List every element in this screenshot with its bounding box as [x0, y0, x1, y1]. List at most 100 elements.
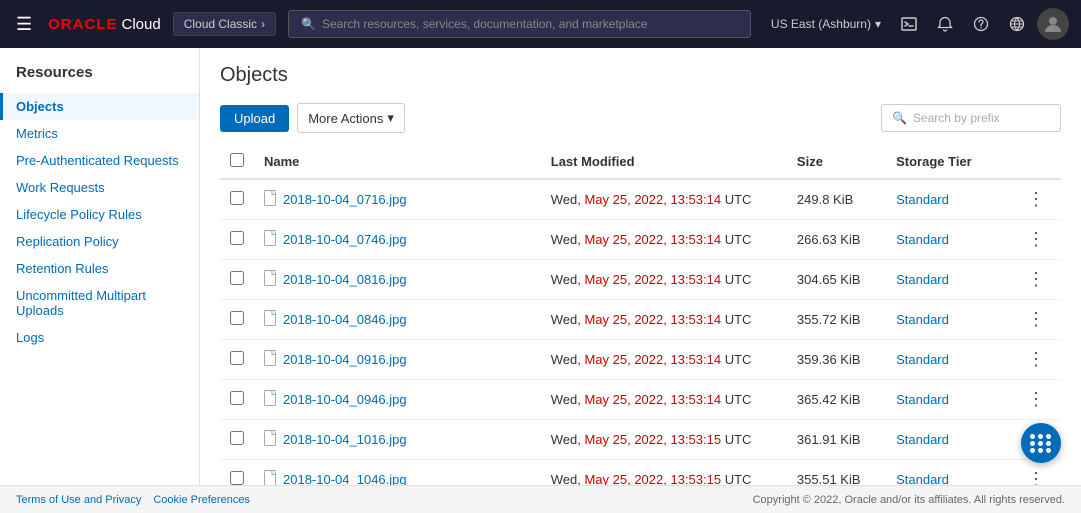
- size-value: 266.63 KiB: [797, 232, 861, 247]
- objects-table: Name Last Modified Size Storage Tier 201…: [220, 145, 1061, 485]
- search-icon: 🔍: [892, 111, 907, 125]
- row-checkbox[interactable]: [230, 351, 244, 365]
- row-tier-cell: Standard: [886, 460, 1011, 486]
- sidebar-item-objects[interactable]: Objects: [0, 93, 199, 120]
- row-actions-menu[interactable]: ⋮: [1021, 467, 1051, 485]
- file-name: 2018-10-04_0916.jpg: [283, 352, 407, 367]
- row-name-cell: 2018-10-04_0746.jpg: [254, 220, 541, 260]
- row-size-cell: 365.42 KiB: [787, 380, 886, 420]
- terminal-icon-btn[interactable]: [893, 8, 925, 40]
- date-value: May 25, 2022, 13:53:14: [584, 272, 721, 287]
- sidebar-item-retention-rules[interactable]: Retention Rules: [0, 255, 199, 282]
- select-all-checkbox[interactable]: [230, 153, 244, 167]
- sidebar: Resources Objects Metrics Pre-Authentica…: [0, 48, 200, 485]
- tier-value[interactable]: Standard: [896, 352, 949, 367]
- notifications-icon-btn[interactable]: [929, 8, 961, 40]
- footer-links: Terms of Use and Privacy Cookie Preferen…: [16, 494, 250, 506]
- file-link[interactable]: 2018-10-04_0946.jpg: [264, 390, 531, 409]
- size-value: 361.91 KiB: [797, 432, 861, 447]
- file-link[interactable]: 2018-10-04_0846.jpg: [264, 310, 531, 329]
- file-link[interactable]: 2018-10-04_1046.jpg: [264, 470, 531, 485]
- date-value: May 25, 2022, 13:53:14: [584, 312, 721, 327]
- row-name-cell: 2018-10-04_1016.jpg: [254, 420, 541, 460]
- actions-header: [1011, 145, 1061, 179]
- global-search[interactable]: 🔍 Search resources, services, documentat…: [288, 10, 751, 38]
- upload-button[interactable]: Upload: [220, 105, 289, 132]
- tier-value[interactable]: Standard: [896, 232, 949, 247]
- modified-header: Last Modified: [541, 145, 787, 179]
- table-row: 2018-10-04_0816.jpg Wed, May 25, 2022, 1…: [220, 260, 1061, 300]
- file-link[interactable]: 2018-10-04_0716.jpg: [264, 190, 531, 209]
- file-link[interactable]: 2018-10-04_0916.jpg: [264, 350, 531, 369]
- sidebar-title: Resources: [0, 64, 199, 93]
- sidebar-item-work-requests[interactable]: Work Requests: [0, 174, 199, 201]
- row-checkbox[interactable]: [230, 231, 244, 245]
- file-icon: [264, 270, 277, 289]
- row-tier-cell: Standard: [886, 220, 1011, 260]
- row-actions-menu[interactable]: ⋮: [1021, 267, 1051, 292]
- size-value: 249.8 KiB: [797, 192, 853, 207]
- globe-icon-btn[interactable]: [1001, 8, 1033, 40]
- sidebar-item-replication-policy[interactable]: Replication Policy: [0, 228, 199, 255]
- tier-value[interactable]: Standard: [896, 312, 949, 327]
- row-checkbox[interactable]: [230, 191, 244, 205]
- search-prefix-input[interactable]: 🔍 Search by prefix: [881, 104, 1061, 132]
- row-size-cell: 361.91 KiB: [787, 420, 886, 460]
- tier-value[interactable]: Standard: [896, 432, 949, 447]
- row-checkbox[interactable]: [230, 271, 244, 285]
- sidebar-item-pre-auth-requests[interactable]: Pre-Authenticated Requests: [0, 147, 199, 174]
- file-name: 2018-10-04_0946.jpg: [283, 392, 407, 407]
- row-checkbox[interactable]: [230, 471, 244, 485]
- more-actions-button[interactable]: More Actions ▾: [297, 103, 405, 133]
- row-size-cell: 266.63 KiB: [787, 220, 886, 260]
- row-checkbox-cell: [220, 300, 254, 340]
- row-actions-menu[interactable]: ⋮: [1021, 347, 1051, 372]
- row-checkbox[interactable]: [230, 391, 244, 405]
- region-pill[interactable]: Cloud Classic ›: [173, 12, 276, 36]
- user-avatar[interactable]: [1037, 8, 1069, 40]
- date-value: May 25, 2022, 13:53:14: [584, 232, 721, 247]
- sidebar-item-metrics[interactable]: Metrics: [0, 120, 199, 147]
- table-row: 2018-10-04_1016.jpg Wed, May 25, 2022, 1…: [220, 420, 1061, 460]
- row-checkbox[interactable]: [230, 431, 244, 445]
- row-checkbox-cell: [220, 220, 254, 260]
- table-row: 2018-10-04_0846.jpg Wed, May 25, 2022, 1…: [220, 300, 1061, 340]
- row-actions-cell: ⋮: [1011, 340, 1061, 380]
- size-value: 304.65 KiB: [797, 272, 861, 287]
- row-actions-menu[interactable]: ⋮: [1021, 227, 1051, 252]
- tier-value[interactable]: Standard: [896, 472, 949, 485]
- row-name-cell: 2018-10-04_0846.jpg: [254, 300, 541, 340]
- hamburger-icon[interactable]: ☰: [12, 10, 36, 39]
- cookie-link[interactable]: Cookie Preferences: [153, 494, 250, 506]
- date-prefix: Wed,: [551, 472, 585, 485]
- sidebar-item-uncommitted-uploads[interactable]: Uncommitted Multipart Uploads: [0, 282, 199, 324]
- row-actions-menu[interactable]: ⋮: [1021, 387, 1051, 412]
- sidebar-item-logs[interactable]: Logs: [0, 324, 199, 351]
- file-link[interactable]: 2018-10-04_0816.jpg: [264, 270, 531, 289]
- tier-value[interactable]: Standard: [896, 192, 949, 207]
- terms-link[interactable]: Terms of Use and Privacy: [16, 494, 141, 506]
- file-link[interactable]: 2018-10-04_0746.jpg: [264, 230, 531, 249]
- help-widget[interactable]: [1021, 423, 1061, 463]
- sidebar-item-lifecycle-policy[interactable]: Lifecycle Policy Rules: [0, 201, 199, 228]
- tier-value[interactable]: Standard: [896, 272, 949, 287]
- row-modified-cell: Wed, May 25, 2022, 13:53:14 UTC: [541, 300, 787, 340]
- file-link[interactable]: 2018-10-04_1016.jpg: [264, 430, 531, 449]
- footer-copyright: Copyright © 2022, Oracle and/or its affi…: [753, 494, 1065, 506]
- toolbar: Upload More Actions ▾ 🔍 Search by prefix: [220, 103, 1061, 133]
- oracle-logo: ORACLE Cloud: [48, 16, 161, 33]
- size-header: Size: [787, 145, 886, 179]
- row-checkbox[interactable]: [230, 311, 244, 325]
- region-selector[interactable]: US East (Ashburn) ▾: [763, 13, 889, 35]
- row-actions-menu[interactable]: ⋮: [1021, 187, 1051, 212]
- row-actions-menu[interactable]: ⋮: [1021, 307, 1051, 332]
- date-value: May 25, 2022, 13:53:14: [584, 352, 721, 367]
- help-icon-btn[interactable]: [965, 8, 997, 40]
- nav-right-controls: US East (Ashburn) ▾: [763, 8, 1069, 40]
- tier-value[interactable]: Standard: [896, 392, 949, 407]
- date-prefix: Wed,: [551, 192, 585, 207]
- row-modified-cell: Wed, May 25, 2022, 13:53:14 UTC: [541, 260, 787, 300]
- date-suffix: UTC: [721, 392, 751, 407]
- file-name: 2018-10-04_0746.jpg: [283, 232, 407, 247]
- file-icon: [264, 310, 277, 329]
